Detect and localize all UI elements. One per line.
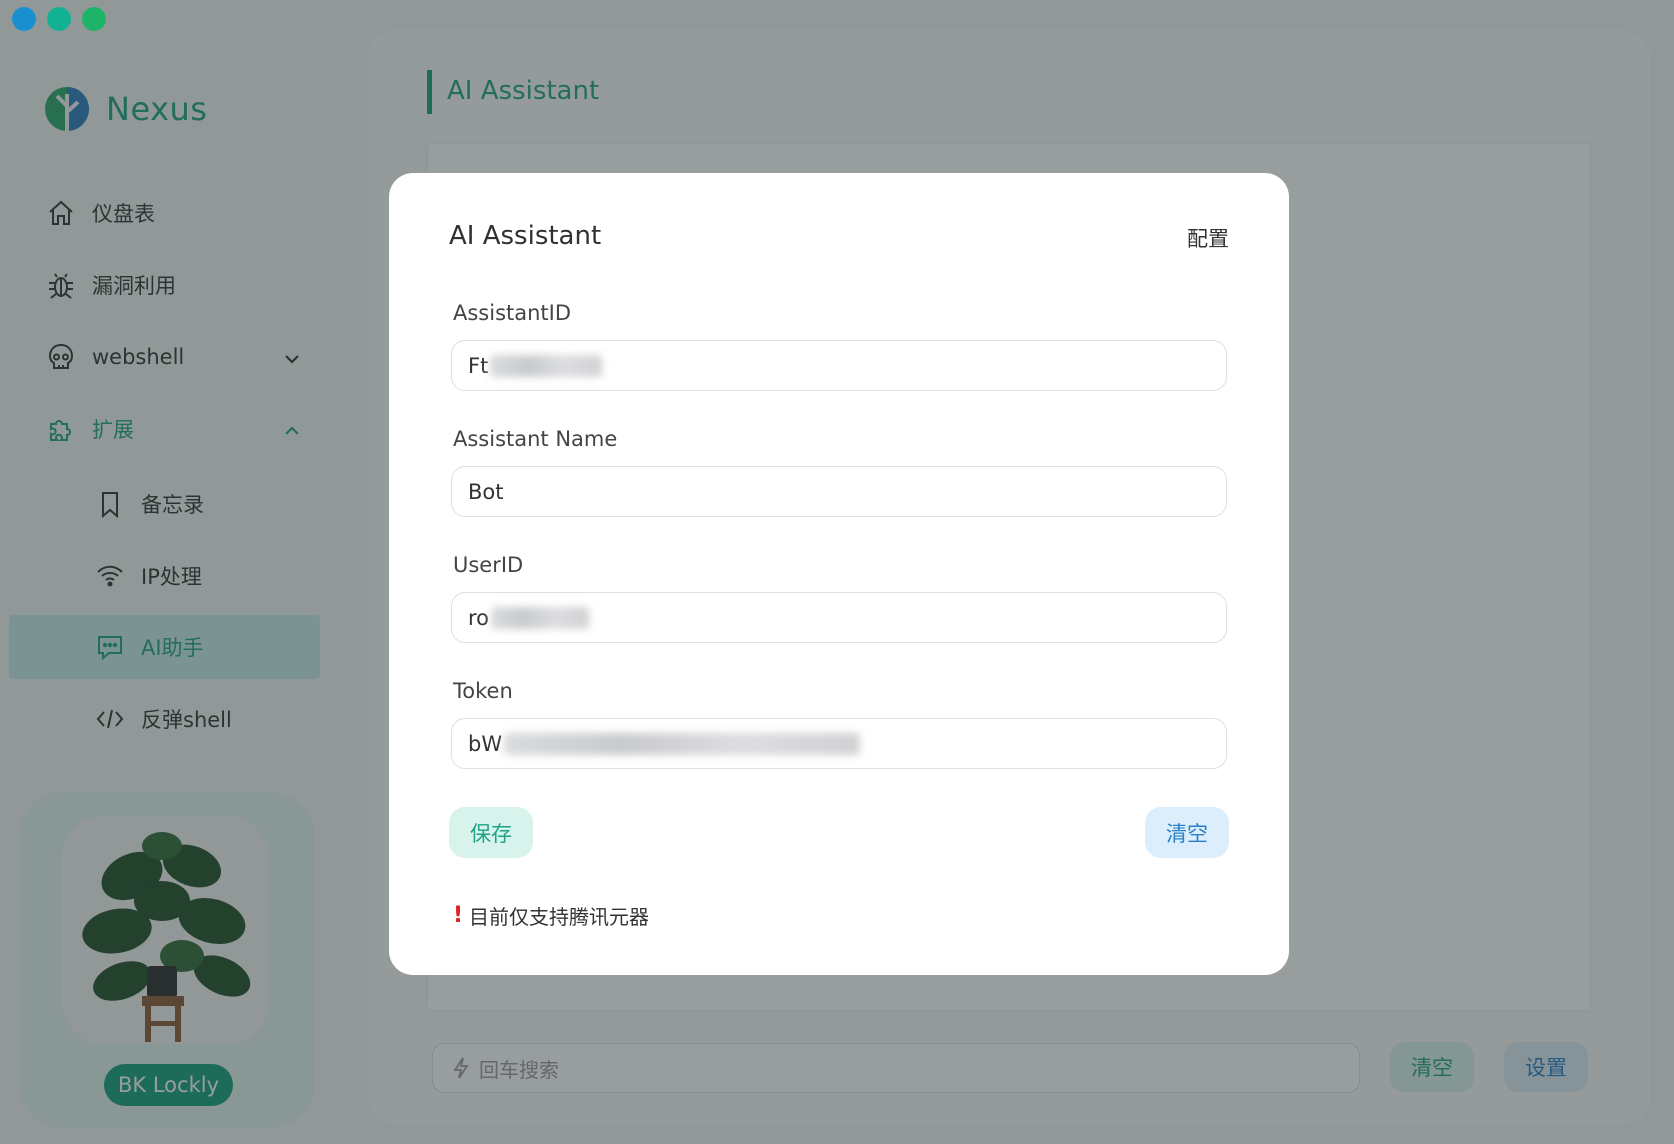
- ai-assistant-dialog: AI Assistant 配置 AssistantID Ft Assistant…: [389, 173, 1289, 975]
- user-id-label: UserID: [453, 553, 524, 577]
- assistant-id-label: AssistantID: [453, 301, 572, 325]
- redacted-text: [490, 354, 603, 377]
- assistant-name-value: Bot: [468, 479, 504, 504]
- support-note: ! 目前仅支持腾讯元器: [453, 901, 649, 930]
- redacted-text: [491, 606, 590, 629]
- close-window-button[interactable]: [12, 7, 36, 31]
- assistant-name-field[interactable]: Bot: [451, 466, 1227, 517]
- token-value: bW: [468, 731, 503, 756]
- user-id-value: ro: [468, 605, 490, 630]
- window-controls: [12, 7, 106, 31]
- support-note-text: 目前仅支持腾讯元器: [469, 905, 650, 929]
- config-link[interactable]: 配置: [1187, 223, 1229, 253]
- dialog-title: AI Assistant: [449, 221, 602, 251]
- user-id-field[interactable]: ro: [451, 592, 1227, 643]
- clear-form-button[interactable]: 清空: [1145, 807, 1229, 858]
- assistant-name-label: Assistant Name: [453, 427, 618, 451]
- token-label: Token: [453, 679, 513, 703]
- assistant-id-value: Ft: [468, 353, 489, 378]
- assistant-id-field[interactable]: Ft: [451, 340, 1227, 391]
- minimize-window-button[interactable]: [47, 7, 71, 31]
- save-button[interactable]: 保存: [449, 807, 533, 858]
- exclamation-icon: !: [453, 903, 464, 928]
- token-field[interactable]: bW: [451, 718, 1227, 769]
- redacted-text: [504, 732, 861, 755]
- maximize-window-button[interactable]: [82, 7, 106, 31]
